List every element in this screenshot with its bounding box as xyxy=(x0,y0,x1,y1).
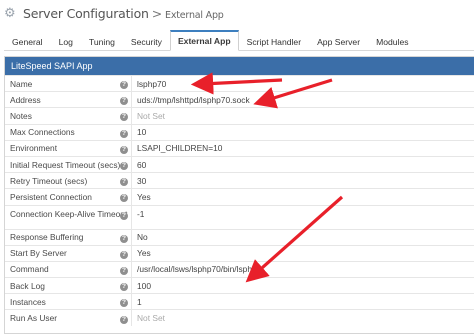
row-label: Persistent Connection xyxy=(10,191,92,202)
settings-row-run-as-user: Run As User ? Not Set xyxy=(5,309,474,326)
row-value: -1 xyxy=(137,208,145,219)
row-value: Yes xyxy=(137,248,151,259)
settings-row-max-connections: Max Connections ? 10 xyxy=(5,123,474,140)
row-value: lsphp70 xyxy=(137,78,167,89)
tab-tuning[interactable]: Tuning xyxy=(81,32,123,50)
row-value: 60 xyxy=(137,159,147,170)
row-value: uds://tmp/lshttpd/lsphp70.sock xyxy=(137,94,250,105)
help-icon[interactable]: ? xyxy=(120,283,128,292)
row-label: Name xyxy=(10,78,33,89)
help-icon[interactable]: ? xyxy=(120,266,128,275)
row-label: Retry Timeout (secs) xyxy=(10,175,88,186)
row-label: Instances xyxy=(10,296,46,307)
help-icon[interactable]: ? xyxy=(120,178,128,187)
settings-row-command: Command ? /usr/local/lsws/lsphp70/bin/ls… xyxy=(5,260,474,278)
panel-title: LiteSpeed SAPI App xyxy=(5,57,474,75)
row-label: Command xyxy=(10,264,49,275)
tab-security[interactable]: Security xyxy=(123,32,170,50)
tab-general[interactable]: General xyxy=(4,32,51,50)
row-value: 10 xyxy=(137,127,147,138)
row-label: Run As User xyxy=(10,313,58,324)
page-subtitle: External App xyxy=(165,9,224,21)
settings-row-retry-timeout: Retry Timeout (secs) ? 30 xyxy=(5,172,474,189)
help-icon[interactable]: ? xyxy=(120,145,128,154)
settings-row-start-by-server: Start By Server ? Yes xyxy=(5,244,474,261)
help-icon[interactable]: ? xyxy=(120,299,128,308)
tab-script-handler[interactable]: Script Handler xyxy=(239,32,309,50)
row-value: 1 xyxy=(137,296,142,307)
help-icon[interactable]: ? xyxy=(120,211,128,220)
breadcrumb-separator: > xyxy=(151,5,163,21)
settings-row-name: Name ? lsphp70 xyxy=(5,75,474,92)
settings-row-keep-alive-timeout: Connection Keep-Alive Timeout ? -1 xyxy=(5,204,474,229)
help-icon[interactable]: ? xyxy=(120,250,128,259)
settings-row-back-log: Back Log ? 100 xyxy=(5,277,474,294)
settings-row-response-buffering: Response Buffering ? No xyxy=(5,228,474,245)
help-icon[interactable]: ? xyxy=(120,315,128,324)
row-label: Environment xyxy=(10,143,58,154)
settings-row-address: Address ? uds://tmp/lshttpd/lsphp70.sock xyxy=(5,91,474,108)
row-label: Connection Keep-Alive Timeout xyxy=(10,208,128,219)
row-label: Response Buffering xyxy=(10,232,84,243)
row-value: 30 xyxy=(137,175,147,186)
tab-app-server[interactable]: App Server xyxy=(309,32,368,50)
row-value: Not Set xyxy=(137,313,165,324)
row-label: Address xyxy=(10,94,41,105)
help-icon[interactable]: ? xyxy=(120,113,128,122)
settings-row-persistent-connection: Persistent Connection ? Yes xyxy=(5,188,474,205)
row-label: Start By Server xyxy=(10,248,67,259)
help-icon[interactable]: ? xyxy=(120,234,128,243)
settings-row-environment: Environment ? LSAPI_CHILDREN=10 xyxy=(5,139,474,156)
tab-log[interactable]: Log xyxy=(51,32,81,50)
row-value: Yes xyxy=(137,191,151,202)
page-title: Server Configuration > External App xyxy=(23,6,224,21)
help-icon[interactable]: ? xyxy=(120,162,128,171)
tab-modules[interactable]: Modules xyxy=(368,32,416,50)
settings-row-notes: Notes ? Not Set xyxy=(5,107,474,124)
row-value: No xyxy=(137,232,148,243)
settings-row-initial-request-timeout: Initial Request Timeout (secs) ? 60 xyxy=(5,155,474,173)
row-value: 100 xyxy=(137,280,151,291)
page-title-text: Server Configuration xyxy=(23,5,149,21)
help-icon[interactable]: ? xyxy=(120,97,128,106)
settings-row-instances: Instances ? 1 xyxy=(5,293,474,310)
settings-panel: LiteSpeed SAPI App Name ? lsphp70 Addres… xyxy=(4,56,474,334)
row-label: Max Connections xyxy=(10,127,75,138)
help-icon[interactable]: ? xyxy=(120,194,128,203)
row-label: Initial Request Timeout (secs) xyxy=(10,159,121,170)
tab-bar: General Log Tuning Security External App… xyxy=(4,30,474,51)
gear-icon: ⚙ xyxy=(4,5,16,20)
page-header: ⚙ Server Configuration > External App xyxy=(0,0,474,26)
row-label: Back Log xyxy=(10,280,45,291)
row-value: /usr/local/lsws/lsphp70/bin/lsphp xyxy=(137,264,257,275)
row-value: Not Set xyxy=(137,110,165,121)
tab-external-app[interactable]: External App xyxy=(169,30,239,51)
help-icon[interactable]: ? xyxy=(120,129,128,138)
row-value: LSAPI_CHILDREN=10 xyxy=(137,143,223,154)
row-label: Notes xyxy=(10,110,32,121)
help-icon[interactable]: ? xyxy=(120,81,128,90)
